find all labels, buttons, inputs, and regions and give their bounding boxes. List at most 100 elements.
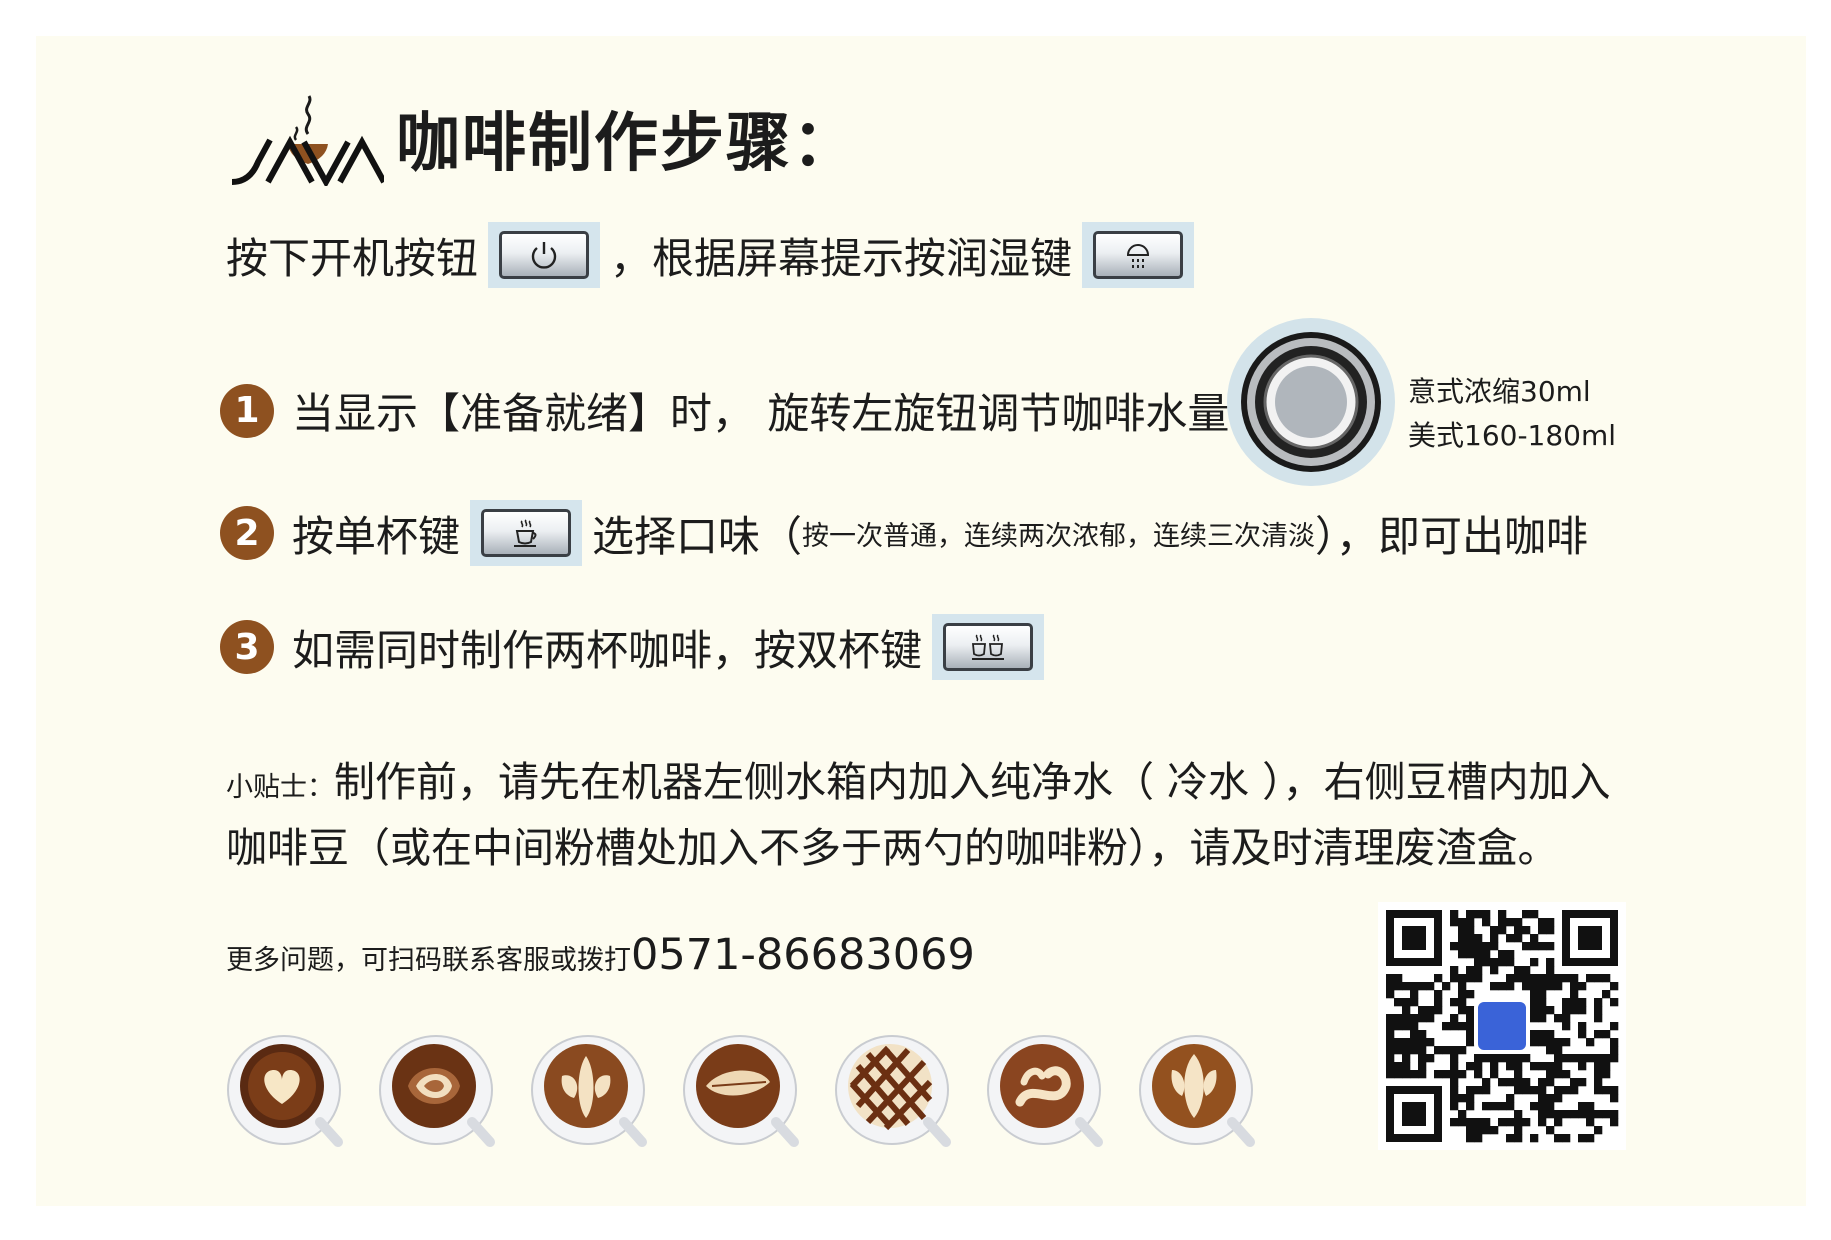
qr-module: [1554, 1094, 1563, 1103]
step-2: 2 按单杯键 选择口味（ 按一次普通，连续两次浓郁，连续三次清淡 ），即可出咖啡: [220, 500, 1588, 566]
qr-module: [1426, 1014, 1435, 1023]
qr-module: [1530, 1014, 1539, 1023]
intro-text-1: 按下开机按钮: [226, 233, 479, 283]
qr-module: [1466, 942, 1475, 951]
qr-module: [1554, 1038, 1563, 1047]
qr-module: [1538, 974, 1547, 983]
qr-module: [1610, 1086, 1619, 1095]
qr-finder: [1402, 926, 1426, 950]
qr-module: [1562, 998, 1571, 1007]
qr-module: [1562, 1054, 1571, 1063]
step-1: 1 当显示【准备就绪】时， 旋转左旋钮调节咖啡水量: [220, 380, 1229, 441]
qr-module: [1594, 1014, 1603, 1023]
qr-module: [1410, 1030, 1419, 1039]
qr-module: [1610, 1094, 1619, 1103]
qr-module: [1546, 966, 1555, 975]
qr-module: [1394, 1022, 1403, 1031]
rotary-knob[interactable]: [1225, 316, 1397, 488]
qr-module: [1554, 1110, 1563, 1119]
tip-paragraph: 小贴士：制作前，请先在机器左侧水箱内加入纯净水（ 冷水 ），右侧豆槽内加入咖啡豆…: [226, 752, 1646, 878]
qr-module: [1490, 942, 1499, 951]
qr-code[interactable]: [1378, 902, 1626, 1150]
qr-module: [1466, 1030, 1475, 1039]
qr-module: [1538, 1110, 1547, 1119]
qr-module: [1426, 1006, 1435, 1015]
power-button[interactable]: [488, 222, 601, 288]
qr-module: [1450, 1062, 1459, 1071]
qr-module: [1586, 1110, 1595, 1119]
qr-module: [1458, 990, 1467, 999]
qr-module: [1586, 1118, 1595, 1127]
qr-module: [1610, 1110, 1619, 1119]
qr-module: [1482, 1118, 1491, 1127]
qr-module: [1450, 1070, 1459, 1079]
qr-module: [1570, 982, 1579, 991]
qr-module: [1474, 1134, 1483, 1143]
qr-module: [1402, 1070, 1411, 1079]
qr-module: [1466, 1126, 1475, 1135]
qr-module: [1546, 1046, 1555, 1055]
qr-module: [1394, 1062, 1403, 1071]
qr-module: [1402, 998, 1411, 1007]
qr-module: [1514, 1054, 1523, 1063]
qr-module: [1554, 974, 1563, 983]
qr-module: [1466, 926, 1475, 935]
qr-module: [1458, 918, 1467, 927]
qr-module: [1522, 942, 1531, 951]
qr-module: [1482, 1086, 1491, 1095]
qr-module: [1450, 966, 1459, 975]
espresso-volume: 意式浓缩30ml: [1408, 375, 1591, 408]
qr-module: [1530, 1134, 1539, 1143]
step-2-text-after: 选择口味（: [592, 511, 803, 561]
qr-module: [1458, 1118, 1467, 1127]
qr-module: [1442, 1070, 1451, 1079]
phone-number[interactable]: 0571-86683069: [631, 930, 975, 980]
qr-module: [1410, 998, 1419, 1007]
qr-module: [1450, 942, 1459, 951]
qr-module: [1594, 1062, 1603, 1071]
qr-module: [1410, 1038, 1419, 1047]
qr-module: [1474, 1126, 1483, 1135]
intro-line: 按下开机按钮 ，根据屏幕提示按润湿键: [226, 222, 1204, 288]
qr-module: [1546, 918, 1555, 927]
qr-module: [1506, 1078, 1515, 1087]
qr-module: [1538, 982, 1547, 991]
qr-module: [1418, 1030, 1427, 1039]
qr-module: [1386, 1030, 1395, 1039]
qr-module: [1578, 1102, 1587, 1111]
qr-module: [1394, 1038, 1403, 1047]
qr-module: [1442, 982, 1451, 991]
qr-module: [1418, 1062, 1427, 1071]
qr-module: [1530, 1062, 1539, 1071]
qr-module: [1546, 974, 1555, 983]
qr-module: [1418, 1070, 1427, 1079]
qr-module: [1522, 910, 1531, 919]
qr-module: [1554, 1046, 1563, 1055]
single-cup-button[interactable]: [470, 500, 583, 566]
qr-module: [1482, 942, 1491, 951]
qr-module: [1458, 1094, 1467, 1103]
qr-module: [1594, 1006, 1603, 1015]
qr-module: [1578, 1006, 1587, 1015]
qr-module: [1522, 1118, 1531, 1127]
latte-cup-leaf: [683, 1035, 799, 1147]
rinse-button[interactable]: [1082, 222, 1195, 288]
qr-module: [1418, 1006, 1427, 1015]
qr-module: [1434, 974, 1443, 983]
qr-module: [1426, 982, 1435, 991]
qr-module: [1530, 1102, 1539, 1111]
double-cup-button[interactable]: [932, 614, 1045, 680]
single-cup-icon: [514, 519, 537, 547]
qr-module: [1570, 974, 1579, 983]
qr-module: [1450, 918, 1459, 927]
latte-cup-rosette: [379, 1035, 495, 1147]
contact-line: 更多问题，可扫码联系客服或拨打 0571-86683069: [226, 930, 975, 980]
qr-module: [1474, 958, 1483, 967]
qr-module: [1402, 1046, 1411, 1055]
qr-module: [1522, 1086, 1531, 1095]
qr-module: [1530, 998, 1539, 1007]
qr-module: [1466, 934, 1475, 943]
latte-cup-lattice: [835, 1035, 951, 1147]
qr-module: [1450, 1078, 1459, 1087]
qr-module: [1522, 982, 1531, 991]
